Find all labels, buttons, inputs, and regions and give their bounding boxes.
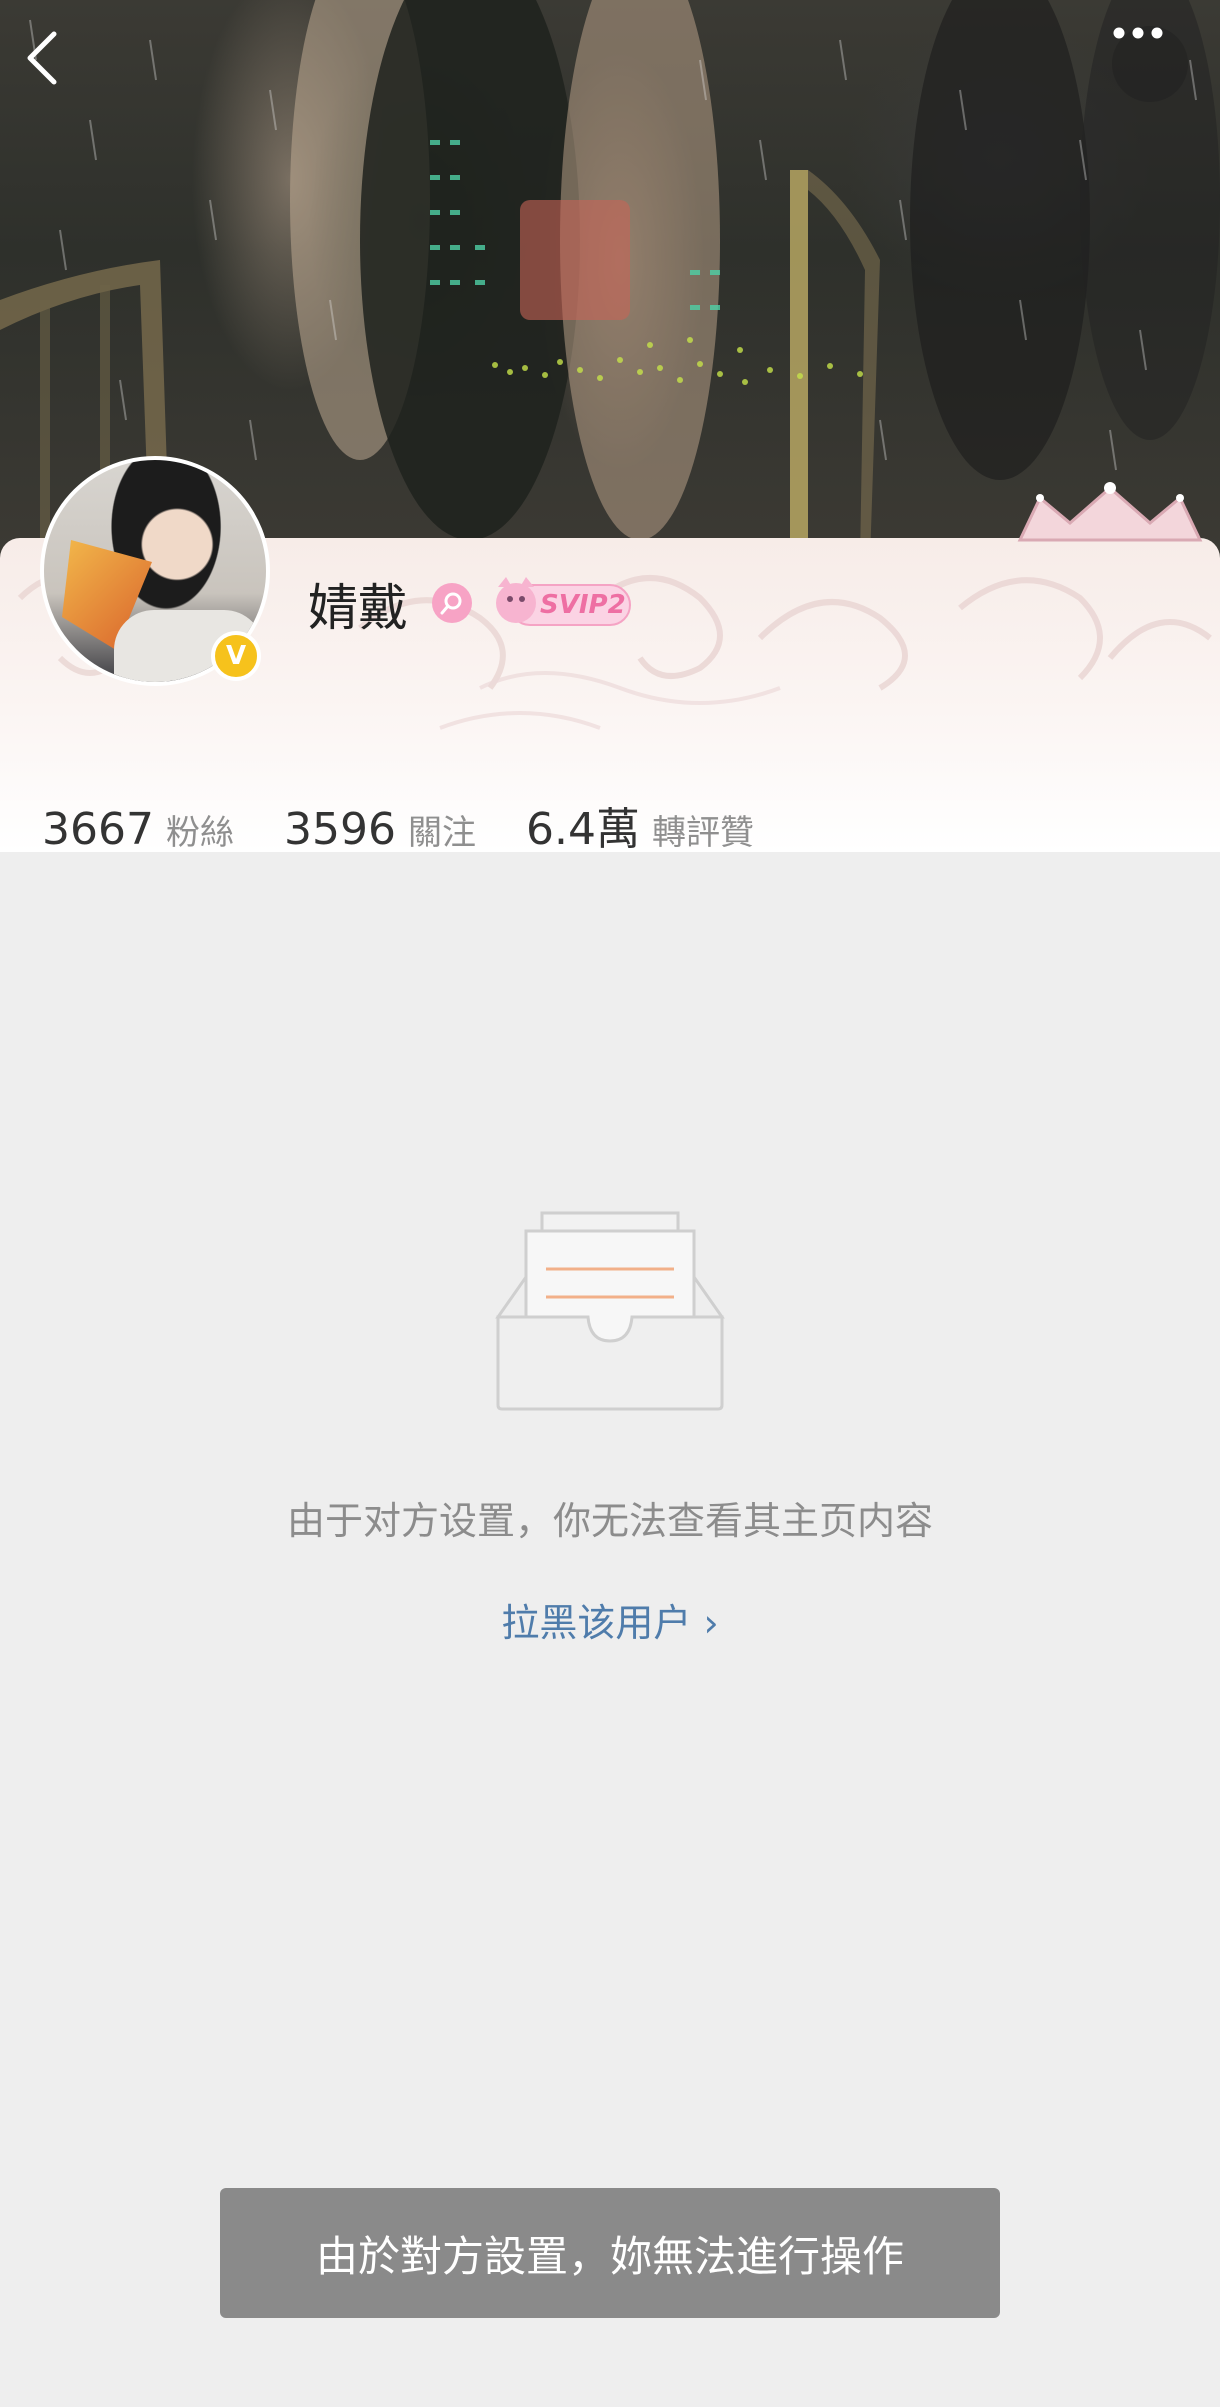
stat-following-value: 3596: [283, 804, 396, 855]
chevron-left-icon: [27, 31, 57, 85]
crown-ornament-icon: [1017, 482, 1203, 542]
stat-interactions-value: 6.4萬: [525, 804, 640, 855]
stat-followers-value: 3667: [42, 804, 154, 855]
svip-badge-label: SVIP2: [540, 590, 626, 620]
female-icon: [432, 583, 472, 623]
more-options-button[interactable]: [1112, 26, 1188, 102]
svip-badge[interactable]: SVIP2: [490, 575, 635, 631]
stat-interactions[interactable]: 6.4萬 轉評贊: [526, 793, 754, 857]
more-dots-icon: [1113, 27, 1163, 39]
block-user-link[interactable]: 拉黑该用户 ›: [0, 1592, 1220, 1647]
verified-badge: V: [211, 631, 261, 681]
toast-message: 由於對方設置，妳無法進行操作: [220, 2188, 1000, 2318]
stat-following-label: 關注: [407, 813, 476, 853]
empty-inbox-icon: [495, 1211, 725, 1411]
stat-followers[interactable]: 3667 粉絲: [42, 804, 234, 855]
stat-followers-label: 粉絲: [165, 813, 234, 853]
profile-stats: 3667 粉絲 3596 關注 6.4萬 轉評贊: [42, 793, 804, 857]
stat-interactions-label: 轉評贊: [651, 813, 754, 853]
back-button[interactable]: [22, 28, 94, 100]
username: 婧戴: [308, 579, 408, 637]
empty-state-message: 由于对方设置，你无法查看其主页内容: [286, 1499, 933, 1543]
stat-following[interactable]: 3596 關注: [284, 804, 476, 855]
